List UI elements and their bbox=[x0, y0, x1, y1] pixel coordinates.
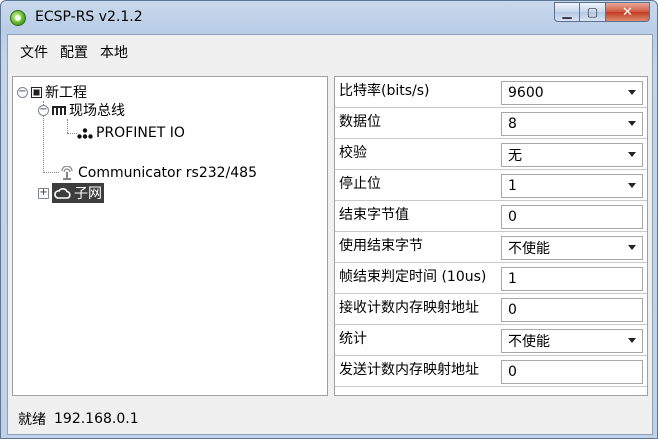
rx-count-address-input[interactable]: 0 bbox=[501, 298, 643, 322]
property-row: 停止位 1 bbox=[335, 170, 647, 201]
collapse-icon[interactable]: − bbox=[38, 104, 49, 116]
client-area: 文件 配置 本地 − 新工程 − 现场总线 PROFINET IO Commun… bbox=[7, 34, 653, 435]
property-value: 9600 bbox=[508, 85, 544, 101]
title-bar[interactable]: ECSP-RS v2.1.2 ▁ ▢ ✕ bbox=[1, 1, 657, 35]
property-value: 1 bbox=[508, 271, 517, 287]
property-row: 统计 不使能 bbox=[335, 325, 647, 356]
databits-select[interactable]: 8 bbox=[501, 112, 643, 136]
tree-node-communicator[interactable]: Communicator rs232/485 bbox=[59, 163, 257, 183]
minimize-button[interactable]: ▁ bbox=[554, 2, 580, 22]
app-window: ECSP-RS v2.1.2 ▁ ▢ ✕ 文件 配置 本地 − 新工程 − 现场… bbox=[0, 0, 658, 439]
collapse-icon[interactable]: − bbox=[17, 86, 28, 98]
stopbits-select[interactable]: 1 bbox=[501, 174, 643, 198]
tree-connector bbox=[67, 119, 68, 133]
tree-label-communicator: Communicator rs232/485 bbox=[78, 165, 257, 181]
property-value: 不使能 bbox=[508, 241, 550, 257]
tree-selected-subnet: 子网 bbox=[52, 183, 104, 203]
use-end-byte-select[interactable]: 不使能 bbox=[501, 236, 643, 260]
property-value: 0 bbox=[508, 209, 517, 225]
window-title: ECSP-RS v2.1.2 bbox=[35, 9, 143, 25]
antenna-icon bbox=[59, 166, 75, 180]
property-label: 数据位 bbox=[339, 114, 381, 130]
property-grid: 比特率(bits/s) 9600 数据位 8 校验 无 停止位 1 结束字节值 … bbox=[334, 76, 648, 396]
tree-label-profinet: PROFINET IO bbox=[96, 125, 185, 141]
property-label: 统计 bbox=[339, 331, 367, 347]
tree-label-project: 新工程 bbox=[45, 85, 87, 101]
property-row: 使用结束字节 不使能 bbox=[335, 232, 647, 263]
property-row: 结束字节值 0 bbox=[335, 201, 647, 232]
property-label: 帧结束判定时间 (10us) bbox=[339, 269, 487, 285]
property-label: 校验 bbox=[339, 145, 367, 161]
project-tree[interactable]: − 新工程 − 现场总线 PROFINET IO Communicator rs… bbox=[12, 76, 328, 396]
property-label: 使用结束字节 bbox=[339, 238, 423, 254]
property-row: 比特率(bits/s) 9600 bbox=[335, 77, 647, 108]
tree-connector bbox=[43, 172, 59, 173]
property-row: 发送计数内存映射地址 0 bbox=[335, 356, 647, 387]
fieldbus-icon bbox=[52, 104, 66, 116]
tree-label-fieldbus: 现场总线 bbox=[69, 103, 125, 119]
statistics-select[interactable]: 不使能 bbox=[501, 329, 643, 353]
property-row: 帧结束判定时间 (10us) 1 bbox=[335, 263, 647, 294]
status-text: 就绪 bbox=[18, 412, 46, 428]
end-byte-value-input[interactable]: 0 bbox=[501, 205, 643, 229]
dropdown-arrow-icon[interactable] bbox=[628, 245, 636, 250]
baudrate-select[interactable]: 9600 bbox=[501, 81, 643, 105]
menu-config[interactable]: 配置 bbox=[54, 42, 94, 62]
tree-connector bbox=[67, 133, 77, 134]
frame-end-time-input[interactable]: 1 bbox=[501, 267, 643, 291]
window-controls: ▁ ▢ ✕ bbox=[554, 2, 650, 22]
dropdown-arrow-icon[interactable] bbox=[628, 121, 636, 126]
tree-node-subnet[interactable]: + 子网 bbox=[38, 183, 104, 203]
property-value: 0 bbox=[508, 364, 517, 380]
tree-node-profinet[interactable]: PROFINET IO bbox=[77, 123, 185, 143]
tx-count-address-input[interactable]: 0 bbox=[501, 360, 643, 384]
dropdown-arrow-icon[interactable] bbox=[628, 152, 636, 157]
app-logo-icon bbox=[10, 10, 26, 26]
property-label: 接收计数内存映射地址 bbox=[339, 300, 479, 316]
menu-bar: 文件 配置 本地 bbox=[8, 35, 652, 69]
menu-local[interactable]: 本地 bbox=[94, 42, 134, 62]
tree-label-subnet: 子网 bbox=[74, 186, 102, 202]
tree-node-fieldbus[interactable]: − 现场总线 bbox=[38, 100, 125, 120]
property-value: 8 bbox=[508, 116, 517, 132]
status-ip: 192.168.0.1 bbox=[54, 411, 139, 427]
property-row: 接收计数内存映射地址 0 bbox=[335, 294, 647, 325]
property-value: 0 bbox=[508, 302, 517, 318]
property-label: 发送计数内存映射地址 bbox=[339, 362, 479, 378]
property-label: 结束字节值 bbox=[339, 207, 409, 223]
project-icon bbox=[31, 86, 42, 98]
close-button[interactable]: ✕ bbox=[606, 2, 650, 22]
property-row: 数据位 8 bbox=[335, 108, 647, 139]
expand-icon[interactable]: + bbox=[38, 187, 49, 199]
status-bar: 就绪 192.168.0.1 bbox=[8, 404, 652, 434]
maximize-button[interactable]: ▢ bbox=[580, 2, 606, 22]
dropdown-arrow-icon[interactable] bbox=[628, 338, 636, 343]
menu-file[interactable]: 文件 bbox=[14, 42, 54, 62]
tree-node-project[interactable]: − 新工程 bbox=[17, 82, 87, 102]
property-label: 停止位 bbox=[339, 176, 381, 192]
property-value: 无 bbox=[508, 148, 522, 164]
parity-select[interactable]: 无 bbox=[501, 143, 643, 167]
dropdown-arrow-icon[interactable] bbox=[628, 183, 636, 188]
property-value: 不使能 bbox=[508, 334, 550, 350]
network-node-icon bbox=[77, 127, 93, 139]
property-value: 1 bbox=[508, 178, 517, 194]
property-row: 校验 无 bbox=[335, 139, 647, 170]
property-label: 比特率(bits/s) bbox=[339, 83, 430, 99]
cloud-icon bbox=[54, 187, 72, 199]
dropdown-arrow-icon[interactable] bbox=[628, 90, 636, 95]
